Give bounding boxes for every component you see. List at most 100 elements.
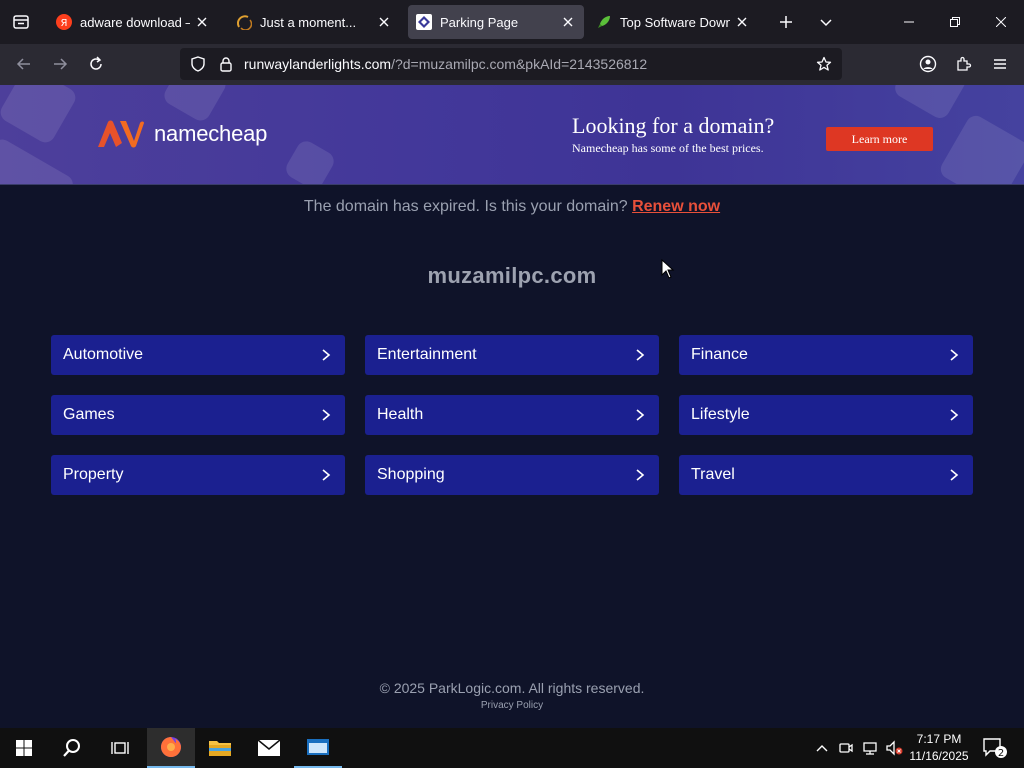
app-menu-button[interactable] (984, 48, 1016, 80)
firefox-view-button[interactable] (0, 0, 42, 44)
folder-icon (209, 741, 231, 756)
arrow-right-icon (54, 58, 68, 70)
namecheap-logo[interactable]: namecheap (96, 119, 267, 149)
loading-icon (236, 14, 252, 30)
task-view-button[interactable] (96, 728, 144, 768)
windows-taskbar: 7:17 PM 11/16/2025 2 (0, 728, 1024, 768)
chevron-right-icon (633, 348, 647, 362)
hamburger-menu-icon (994, 59, 1006, 69)
start-button[interactable] (0, 728, 48, 768)
url-path: /?d=muzamilpc.com&pkAId=2143526812 (391, 56, 648, 72)
tracking-protection-shield-icon[interactable] (184, 48, 212, 80)
restore-button[interactable] (932, 0, 978, 44)
tray-network[interactable] (858, 728, 882, 768)
category-shopping[interactable]: Shopping (365, 455, 659, 495)
banner-decoration (0, 135, 77, 184)
search-button[interactable] (48, 728, 96, 768)
speaker-muted-icon (886, 740, 903, 756)
bookmark-star-icon[interactable] (810, 48, 838, 80)
taskbar-firefox[interactable] (147, 728, 195, 768)
url-text: runwaylanderlights.com/?d=muzamilpc.com&… (244, 56, 647, 72)
account-icon (919, 55, 937, 73)
action-center-button[interactable]: 2 (980, 728, 1010, 768)
navigation-toolbar: runwaylanderlights.com/?d=muzamilpc.com&… (0, 44, 1024, 85)
category-games[interactable]: Games (51, 395, 345, 435)
account-button[interactable] (912, 48, 944, 80)
taskbar-file-explorer[interactable] (196, 728, 244, 768)
category-label: Health (377, 406, 424, 423)
privacy-policy-link[interactable]: Privacy Policy (0, 700, 1024, 711)
category-label: Property (63, 466, 124, 483)
extensions-button[interactable] (948, 48, 980, 80)
category-travel[interactable]: Travel (679, 455, 973, 495)
reload-icon (90, 56, 102, 70)
category-label: Lifestyle (691, 406, 750, 423)
parking-page-icon (416, 14, 432, 30)
restore-icon (950, 17, 960, 27)
learn-more-button[interactable]: Learn more (826, 127, 933, 151)
chevron-right-icon (947, 468, 961, 482)
domain-title: muzamilpc.com (427, 263, 597, 288)
category-label: Automotive (63, 346, 144, 363)
chevron-down-icon (820, 19, 832, 27)
task-view-icon (111, 742, 129, 754)
tray-meet-now[interactable] (834, 728, 858, 768)
tray-volume-muted[interactable] (882, 728, 906, 768)
category-finance[interactable]: Finance (679, 335, 973, 375)
renew-now-link[interactable]: Renew now (632, 198, 720, 215)
minimize-button[interactable] (886, 0, 932, 44)
tab-strip: Я adware download — Ян Just a moment... … (0, 0, 1024, 44)
tab-title: adware download — Ян (80, 14, 190, 30)
banner-subtext: Namecheap has some of the best prices. (572, 141, 764, 155)
mouse-cursor-icon (661, 259, 675, 279)
category-entertainment[interactable]: Entertainment (365, 335, 659, 375)
notification-count: 2 (998, 748, 1004, 759)
chevron-right-icon (947, 348, 961, 362)
back-button[interactable] (8, 48, 40, 80)
notification-icon: 2 (983, 738, 1007, 759)
reload-button[interactable] (80, 48, 112, 80)
chevron-right-icon (319, 408, 333, 422)
taskbar-mail[interactable] (245, 728, 293, 768)
firefox-icon (161, 737, 181, 757)
list-all-tabs-button[interactable] (806, 0, 846, 44)
close-tab-icon[interactable] (376, 14, 392, 30)
category-property[interactable]: Property (51, 455, 345, 495)
banner-decoration (0, 85, 79, 146)
url-bar[interactable]: runwaylanderlights.com/?d=muzamilpc.com&… (180, 48, 842, 80)
namecheap-banner[interactable]: namecheap Looking for a domain? Namechea… (0, 85, 1024, 185)
category-label: Entertainment (377, 346, 477, 363)
lock-icon[interactable] (212, 48, 240, 80)
tab-adware-download[interactable]: Я adware download — Ян (48, 5, 218, 39)
firefox-view-icon (13, 15, 29, 29)
clock-time: 7:17 PM (916, 732, 962, 746)
plus-icon (780, 16, 792, 28)
category-automotive[interactable]: Automotive (51, 335, 345, 375)
taskbar-clock[interactable]: 7:17 PM 11/16/2025 (906, 731, 972, 765)
camera-icon (839, 743, 853, 753)
show-hidden-icons-button[interactable] (810, 728, 834, 768)
namecheap-logo-text: namecheap (154, 121, 268, 146)
close-window-button[interactable] (978, 0, 1024, 44)
close-icon (996, 17, 1006, 27)
arrow-left-icon (16, 58, 30, 70)
category-lifestyle[interactable]: Lifestyle (679, 395, 973, 435)
chevron-right-icon (633, 408, 647, 422)
tab-title: Top Software Downloads (620, 14, 730, 30)
tab-just-a-moment[interactable]: Just a moment... (228, 5, 400, 39)
tab-top-software-downloads[interactable]: Top Software Downloads (588, 5, 758, 39)
taskbar-app-window[interactable] (294, 728, 342, 768)
forward-button[interactable] (44, 48, 76, 80)
close-tab-icon[interactable] (194, 14, 210, 30)
new-tab-button[interactable] (766, 0, 806, 44)
category-label: Games (63, 406, 115, 423)
close-tab-icon[interactable] (560, 14, 576, 30)
yandex-icon: Я (56, 14, 72, 30)
windows-logo-icon (16, 740, 32, 756)
category-label: Travel (691, 466, 735, 483)
puzzle-icon (957, 56, 972, 71)
clock-date: 11/16/2025 (909, 749, 969, 763)
close-tab-icon[interactable] (734, 14, 750, 30)
tab-parking-page[interactable]: Parking Page (408, 5, 584, 39)
category-health[interactable]: Health (365, 395, 659, 435)
